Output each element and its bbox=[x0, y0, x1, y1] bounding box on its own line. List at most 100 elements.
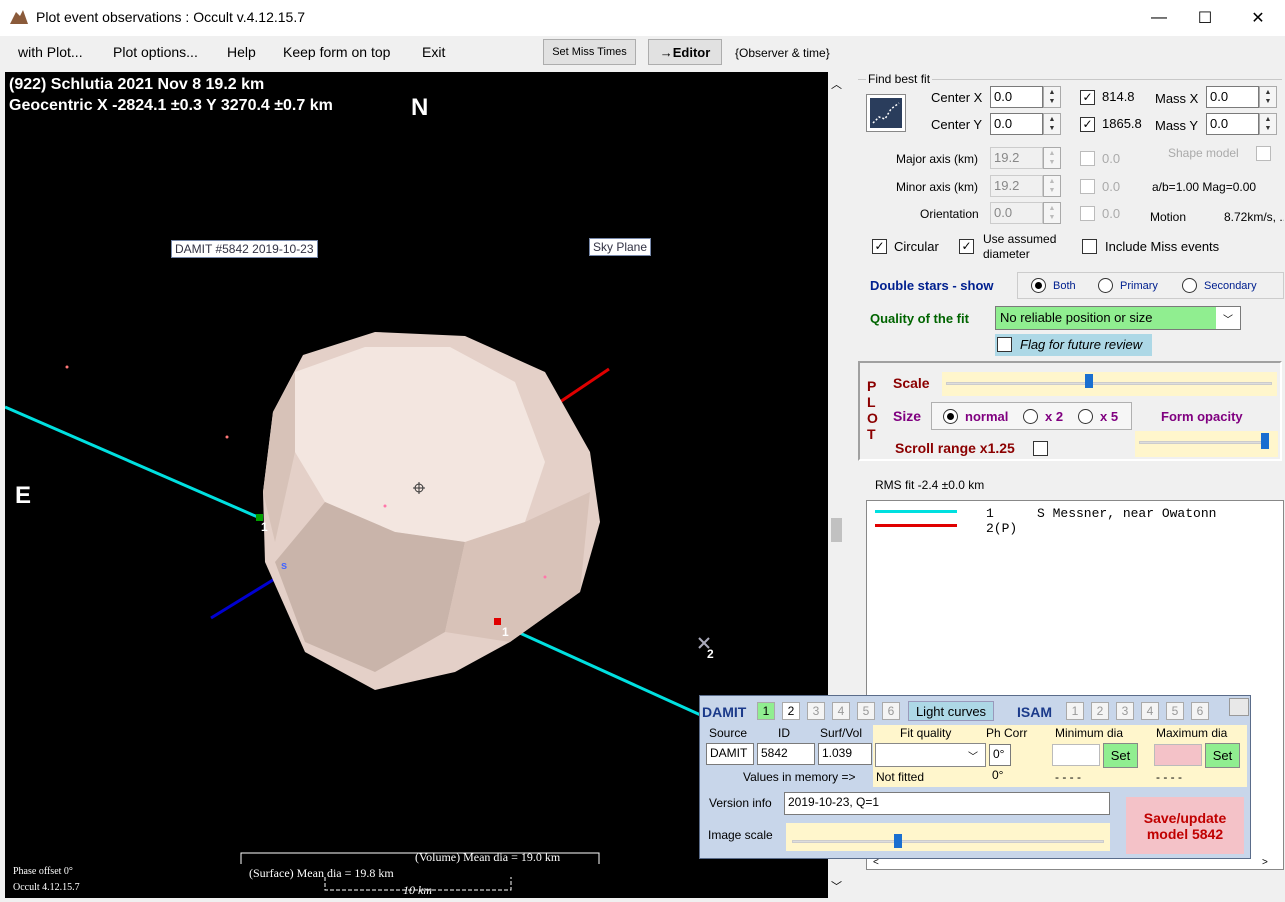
fit-orientation-checkbox[interactable] bbox=[1080, 206, 1095, 221]
fit-major-checkbox[interactable] bbox=[1080, 151, 1095, 166]
major-axis-input[interactable]: 19.2 bbox=[990, 147, 1043, 169]
motion-value: 8.72km/s, .. bbox=[1224, 210, 1284, 224]
scroll-down-icon[interactable]: ﹀ bbox=[831, 878, 842, 894]
ph-corr-input[interactable]: 0° bbox=[989, 744, 1011, 766]
size-x5-radio[interactable] bbox=[1078, 409, 1093, 424]
mass-x-spinner[interactable]: ▲ ▼ bbox=[1259, 86, 1277, 108]
minimum-dia-input[interactable] bbox=[1052, 744, 1100, 766]
size-normal-radio[interactable] bbox=[943, 409, 958, 424]
maximum-dia-input[interactable] bbox=[1154, 744, 1202, 766]
scale-bar-label: 10 km bbox=[403, 883, 432, 897]
maximum-dia-header: Maximum dia bbox=[1156, 726, 1228, 740]
scroll-range-checkbox[interactable] bbox=[1033, 441, 1048, 456]
isam-model-1-button[interactable]: 1 bbox=[1066, 702, 1084, 720]
plot-vertical-label: PLOT bbox=[867, 378, 878, 442]
source-input[interactable]: DAMIT bbox=[706, 743, 754, 765]
primary-radio[interactable] bbox=[1098, 278, 1113, 293]
isam-model-5-button[interactable]: 5 bbox=[1166, 702, 1184, 720]
damit-model-5-button[interactable]: 5 bbox=[857, 702, 875, 720]
id-input[interactable]: 5842 bbox=[757, 743, 815, 765]
both-radio[interactable] bbox=[1031, 278, 1046, 293]
close-button[interactable]: ✕ bbox=[1235, 4, 1281, 32]
mass-x-input[interactable]: 0.0 bbox=[1206, 86, 1259, 108]
minor-axis-input[interactable]: 19.2 bbox=[990, 175, 1043, 197]
orientation-spinner[interactable]: ▲ ▼ bbox=[1043, 202, 1061, 224]
list-scroll-right-icon[interactable]: > bbox=[1262, 857, 1268, 868]
memory-ph-corr: 0° bbox=[992, 768, 1004, 782]
center-x-spinner[interactable]: ▲ ▼ bbox=[1043, 86, 1061, 108]
primary-label: Primary bbox=[1120, 280, 1158, 292]
chart-fit-icon bbox=[870, 98, 902, 128]
shape-model-label: Shape model bbox=[1168, 146, 1239, 160]
damit-model-4-button[interactable]: 4 bbox=[832, 702, 850, 720]
scale-slider-thumb[interactable] bbox=[1085, 374, 1093, 388]
editor-button[interactable]: →Editor bbox=[648, 39, 722, 65]
flag-review-checkbox[interactable] bbox=[997, 337, 1012, 352]
opacity-slider-thumb[interactable] bbox=[1261, 433, 1269, 449]
fit-1865-checkbox[interactable]: ✓ bbox=[1080, 117, 1095, 132]
damit-model-1-button[interactable]: 1 bbox=[757, 702, 775, 720]
isam-model-6-button[interactable]: 6 bbox=[1191, 702, 1209, 720]
menu-plot-options[interactable]: Plot options... bbox=[113, 44, 198, 60]
image-scale-thumb[interactable] bbox=[894, 834, 902, 848]
surf-vol-input[interactable]: 1.039 bbox=[818, 743, 872, 765]
menu-help[interactable]: Help bbox=[227, 44, 256, 60]
damit-model-2-button[interactable]: 2 bbox=[782, 702, 800, 720]
use-assumed-checkbox[interactable]: ✓ bbox=[959, 239, 974, 254]
set-miss-times-button[interactable]: Set Miss Times bbox=[543, 39, 636, 65]
quality-select[interactable]: No reliable position or size ﹀ bbox=[995, 306, 1241, 330]
menu-exit[interactable]: Exit bbox=[422, 44, 445, 60]
maximize-icon: ☐ bbox=[1197, 10, 1213, 27]
mass-y-input[interactable]: 0.0 bbox=[1206, 113, 1259, 135]
damit-close-button[interactable] bbox=[1229, 698, 1249, 716]
both-label: Both bbox=[1053, 280, 1076, 292]
fit-minor-checkbox[interactable] bbox=[1080, 179, 1095, 194]
secondary-radio[interactable] bbox=[1182, 278, 1197, 293]
damit-model-6-button[interactable]: 6 bbox=[882, 702, 900, 720]
minor-axis-spinner[interactable]: ▲ ▼ bbox=[1043, 175, 1061, 197]
damit-model-3-button[interactable]: 3 bbox=[807, 702, 825, 720]
fit-quality-select[interactable]: ﹀ bbox=[875, 743, 986, 767]
include-miss-checkbox[interactable] bbox=[1082, 239, 1097, 254]
source-header: Source bbox=[709, 726, 748, 740]
major-axis-spinner[interactable]: ▲ ▼ bbox=[1043, 147, 1061, 169]
set-max-dia-button[interactable]: Set bbox=[1205, 743, 1240, 768]
isam-model-2-button[interactable]: 2 bbox=[1091, 702, 1109, 720]
menu-keep-on-top[interactable]: Keep form on top bbox=[283, 44, 390, 60]
form-opacity-slider[interactable] bbox=[1135, 431, 1278, 457]
flag-review-label: Flag for future review bbox=[1020, 337, 1143, 352]
mass-y-spinner[interactable]: ▲ ▼ bbox=[1259, 113, 1277, 135]
center-y-spinner[interactable]: ▲ ▼ bbox=[1043, 113, 1061, 135]
isam-model-4-button[interactable]: 4 bbox=[1141, 702, 1159, 720]
center-x-input[interactable]: 0.0 bbox=[990, 86, 1043, 108]
chord-label-2: 2 bbox=[707, 647, 714, 661]
save-update-model-button[interactable]: Save/update model 5842 bbox=[1126, 797, 1244, 854]
light-curves-button[interactable]: Light curves bbox=[908, 701, 994, 721]
circular-checkbox[interactable]: ✓ bbox=[872, 239, 887, 254]
minimum-dia-header: Minimum dia bbox=[1055, 726, 1124, 740]
menu-with-plot[interactable]: with Plot... bbox=[18, 44, 83, 60]
scroll-thumb[interactable] bbox=[831, 518, 842, 542]
version-info-input[interactable]: 2019-10-23, Q=1 bbox=[784, 792, 1110, 815]
image-scale-track bbox=[792, 840, 1104, 843]
maximize-button[interactable]: ☐ bbox=[1182, 4, 1228, 32]
mass-y-label: Mass Y bbox=[1155, 118, 1199, 133]
image-scale-slider[interactable] bbox=[786, 823, 1110, 851]
minimize-icon: — bbox=[1151, 9, 1167, 26]
quality-label: Quality of the fit bbox=[870, 311, 969, 326]
chord-2-color-swatch bbox=[875, 524, 957, 527]
set-min-dia-button[interactable]: Set bbox=[1103, 743, 1138, 768]
center-y-input[interactable]: 0.0 bbox=[990, 113, 1043, 135]
minimize-button[interactable]: — bbox=[1136, 4, 1182, 32]
isam-model-3-button[interactable]: 3 bbox=[1116, 702, 1134, 720]
star-dot bbox=[65, 365, 69, 369]
size-x2-radio[interactable] bbox=[1023, 409, 1038, 424]
fit-814-value: 814.8 bbox=[1102, 89, 1135, 104]
scale-slider[interactable] bbox=[942, 372, 1277, 396]
observer-time-label[interactable]: {Observer & time} bbox=[735, 46, 830, 60]
shape-model-checkbox[interactable] bbox=[1256, 146, 1271, 161]
find-best-fit-button[interactable] bbox=[866, 94, 906, 132]
fit-814-checkbox[interactable]: ✓ bbox=[1080, 90, 1095, 105]
orientation-input[interactable]: 0.0 bbox=[990, 202, 1043, 224]
scroll-up-icon[interactable]: ︿ bbox=[831, 76, 842, 92]
